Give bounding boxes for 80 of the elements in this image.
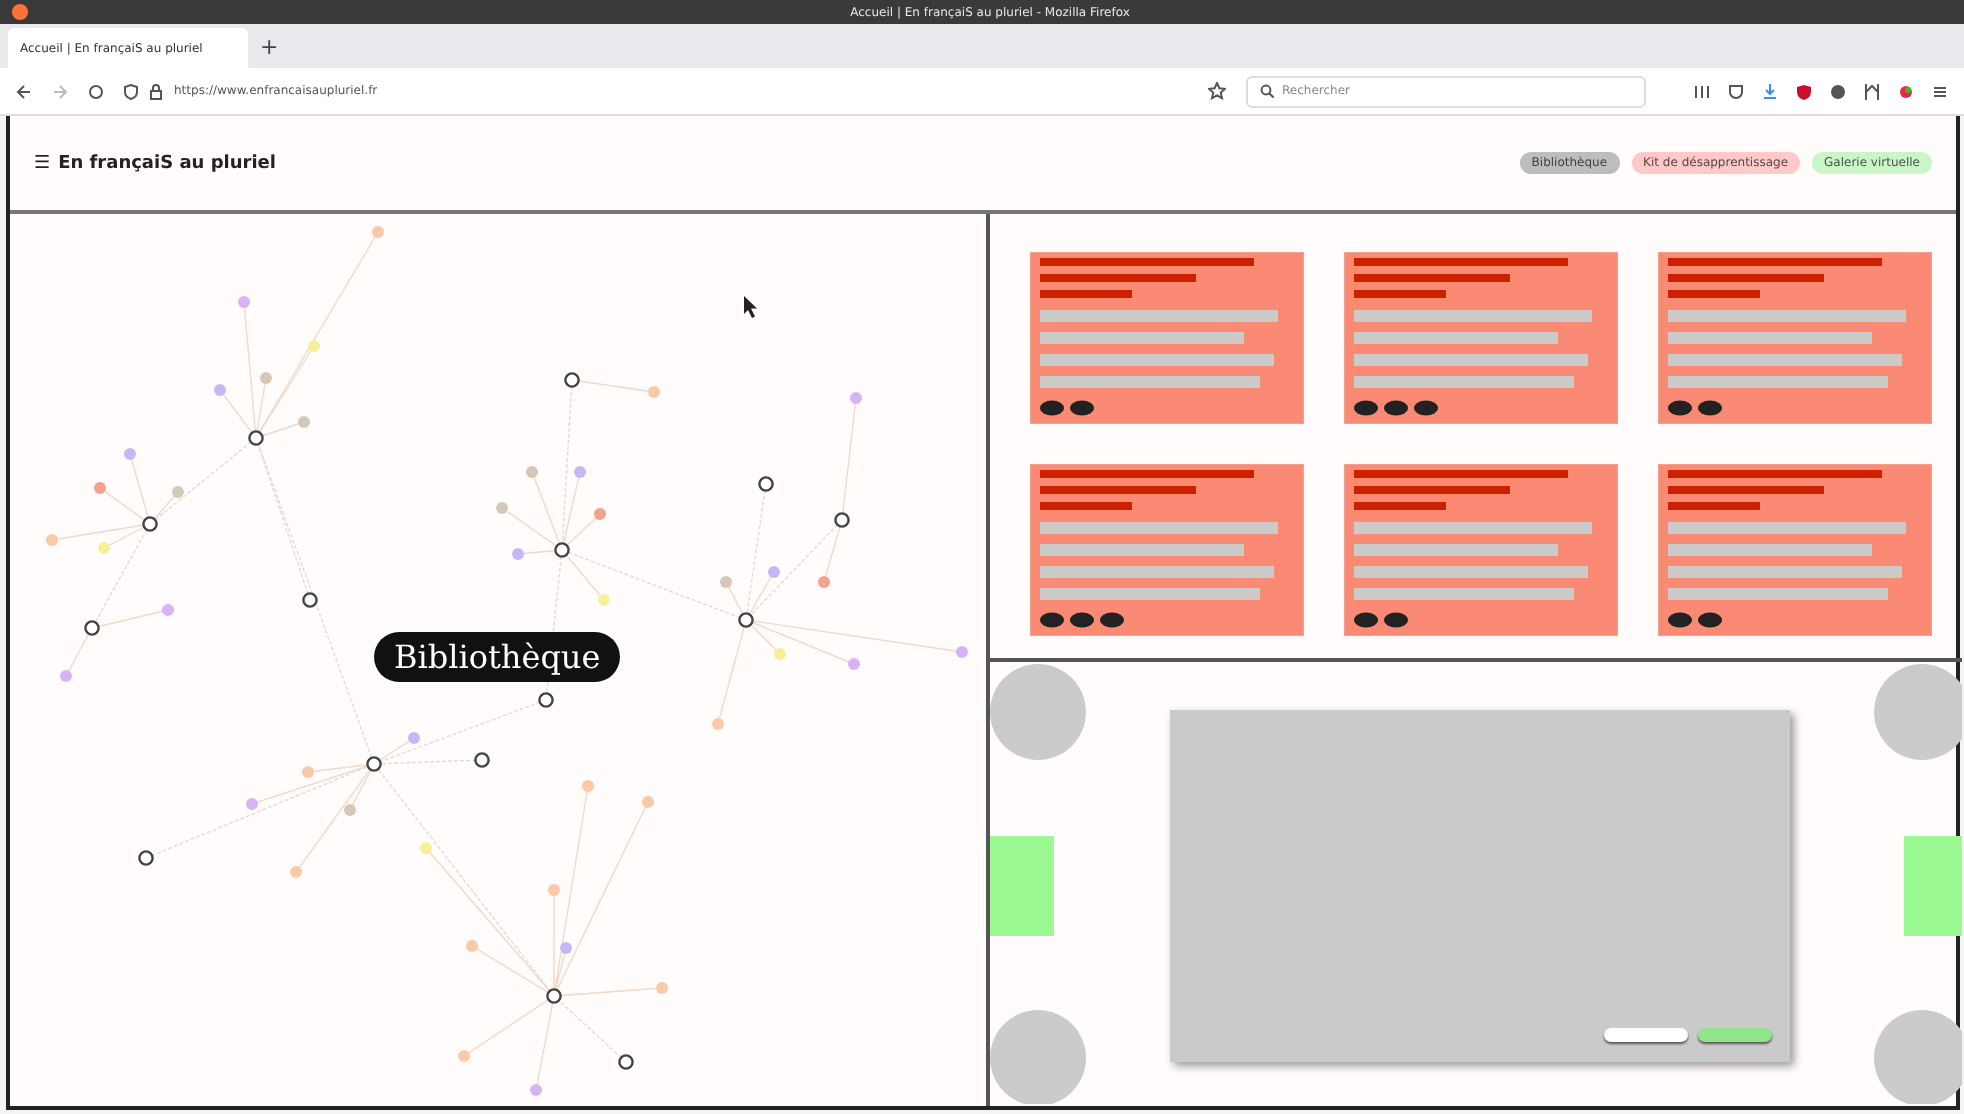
color-dot-icon[interactable] — [1898, 83, 1914, 99]
hub-node[interactable] — [758, 476, 774, 492]
graph-node[interactable] — [290, 866, 302, 878]
graph-node[interactable] — [246, 798, 258, 810]
graph-node[interactable] — [530, 1084, 542, 1096]
graph-node[interactable] — [466, 940, 478, 952]
graph-node[interactable] — [848, 658, 860, 670]
graph-node[interactable] — [648, 386, 660, 398]
graph-node[interactable] — [574, 466, 586, 478]
graph-node[interactable] — [512, 548, 524, 560]
hub-node[interactable] — [366, 756, 382, 772]
graph-node[interactable] — [238, 296, 250, 308]
hub-node[interactable] — [546, 988, 562, 1004]
hub-node[interactable] — [138, 850, 154, 866]
graph-node[interactable] — [298, 416, 310, 428]
hub-node[interactable] — [302, 592, 318, 608]
graph-node[interactable] — [162, 604, 174, 616]
forward-icon[interactable] — [52, 83, 68, 99]
graph-node[interactable] — [774, 648, 786, 660]
graph-node[interactable] — [818, 576, 830, 588]
graph-node[interactable] — [720, 576, 732, 588]
browser-logo-icon — [12, 4, 28, 20]
graph-node[interactable] — [712, 718, 724, 730]
hub-node[interactable] — [554, 542, 570, 558]
graph-node[interactable] — [768, 566, 780, 578]
shield-icon — [124, 83, 138, 99]
hub-node[interactable] — [538, 692, 554, 708]
hub-node[interactable] — [738, 612, 754, 628]
graph-node[interactable] — [98, 542, 110, 554]
hub-node[interactable] — [564, 372, 580, 388]
hub-node[interactable] — [248, 430, 264, 446]
hub-node[interactable] — [84, 620, 100, 636]
graph-node[interactable] — [560, 942, 572, 954]
graph-node[interactable] — [594, 508, 606, 520]
library-icon[interactable] — [1694, 83, 1710, 99]
graph-node[interactable] — [582, 780, 594, 792]
graph-node[interactable] — [850, 392, 862, 404]
graph-node[interactable] — [344, 804, 356, 816]
dialog-button[interactable] — [1698, 1028, 1772, 1042]
star-icon[interactable] — [1208, 82, 1226, 100]
menu-icon[interactable] — [1932, 83, 1948, 99]
graph-node[interactable] — [60, 670, 72, 682]
graph-node[interactable] — [642, 796, 654, 808]
placeholder-block — [1904, 836, 1962, 936]
hub-node[interactable] — [618, 1054, 634, 1070]
graph-node[interactable] — [420, 842, 432, 854]
shield-icon[interactable] — [1796, 83, 1812, 99]
graph-node[interactable] — [172, 486, 184, 498]
download-icon[interactable] — [1762, 83, 1778, 99]
graph-node[interactable] — [46, 534, 58, 546]
placeholder-circle — [990, 664, 1086, 760]
graph-node[interactable] — [656, 982, 668, 994]
search-icon — [1260, 84, 1274, 98]
graph-node[interactable] — [598, 594, 610, 606]
graph-node[interactable] — [458, 1050, 470, 1062]
hub-node[interactable] — [834, 512, 850, 528]
graph-node[interactable] — [260, 372, 272, 384]
hub-node[interactable] — [474, 752, 490, 768]
site-title[interactable]: En françaiS au pluriel — [58, 153, 276, 173]
graph-node[interactable] — [302, 766, 314, 778]
graph-node[interactable] — [372, 226, 384, 238]
graph-node[interactable] — [496, 502, 508, 514]
graph-node[interactable] — [408, 732, 420, 744]
graph-node[interactable] — [526, 466, 538, 478]
hub-node[interactable] — [142, 516, 158, 532]
graph-node[interactable] — [308, 340, 320, 352]
dialog-button[interactable] — [1604, 1028, 1688, 1042]
menu-icon[interactable]: ☰ — [34, 153, 51, 173]
lock-icon — [150, 83, 162, 99]
graph-node[interactable] — [94, 482, 106, 494]
placeholder-block — [990, 836, 1054, 936]
graph-node[interactable] — [214, 384, 226, 396]
reload-icon[interactable] — [88, 83, 104, 99]
graph-node[interactable] — [956, 646, 968, 658]
graph-label[interactable]: Bibliothèque — [374, 632, 621, 682]
new-tab-button[interactable]: + — [260, 35, 279, 57]
back-icon[interactable] — [16, 83, 32, 99]
cursor-icon — [744, 296, 757, 318]
graph-node[interactable] — [124, 448, 136, 460]
graph-node[interactable] — [548, 884, 560, 896]
